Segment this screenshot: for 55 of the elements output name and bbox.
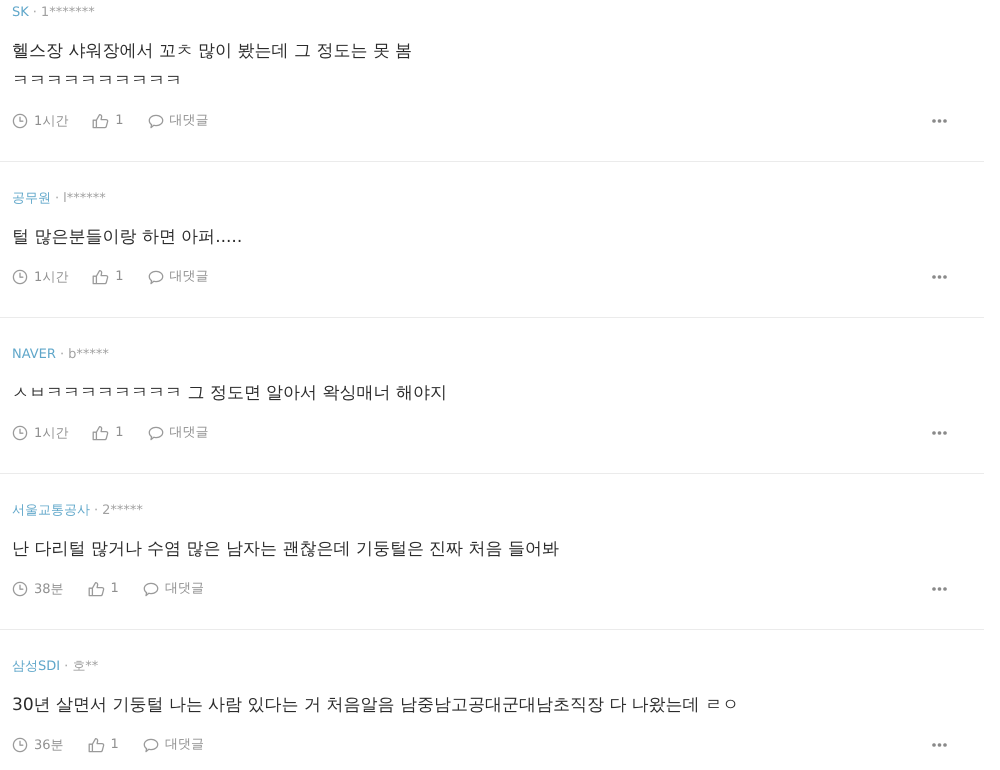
more-icon[interactable] (932, 587, 947, 591)
speech-bubble-icon (142, 582, 159, 596)
comment-text: 털 많은분들이랑 하면 아퍼..... (12, 226, 244, 249)
separator-dot: · (32, 4, 37, 22)
timestamp: 36분 (34, 737, 64, 754)
like-button[interactable]: 1 (92, 111, 124, 131)
more-icon[interactable] (932, 743, 947, 747)
like-button[interactable]: 1 (88, 735, 119, 755)
user-id: 2***** (102, 502, 143, 520)
timestamp: 38분 (34, 581, 64, 598)
clock-icon (12, 425, 28, 441)
user-id: l****** (63, 190, 106, 208)
separator-dot: · (64, 658, 68, 676)
user-id: 1******* (40, 4, 95, 22)
thumbs-up-icon (88, 581, 105, 597)
like-button[interactable]: 1 (88, 579, 119, 599)
reply-button[interactable]: 대댓글 (148, 423, 209, 443)
clock-icon (12, 113, 28, 129)
more-icon[interactable] (932, 431, 947, 435)
reply-button[interactable]: 대댓글 (142, 735, 204, 755)
like-button[interactable]: 1 (92, 267, 124, 287)
speech-bubble-icon (142, 738, 159, 752)
like-button[interactable]: 1 (92, 423, 124, 443)
comment-text: ㅅㅂㅋㅋㅋㅋㅋㅋㅋㅋ 그 정도면 알아서 왁싱매너 해야지 (12, 382, 448, 405)
comment-text: 난 다리털 많거나 수염 많은 남자는 괜찮은데 기둥털은 진짜 처음 들어봐 (12, 538, 560, 561)
thumbs-up-icon (88, 737, 105, 753)
company-name: 서울교통공사 (12, 502, 90, 520)
user-id: 호** (72, 658, 98, 676)
separator-dot: · (60, 346, 64, 364)
thumbs-up-icon (92, 425, 110, 441)
separator-dot: · (94, 502, 98, 520)
company-name: 공무원 (12, 190, 51, 208)
reply-button[interactable]: 대댓글 (148, 111, 209, 131)
company-name: NAVER (12, 346, 56, 364)
reply-button[interactable]: 대댓글 (142, 579, 204, 599)
timestamp: 1시간 (34, 269, 68, 286)
timestamp: 1시간 (34, 425, 68, 442)
speech-bubble-icon (148, 114, 164, 128)
more-icon[interactable] (932, 119, 947, 123)
speech-bubble-icon (148, 270, 164, 284)
more-icon[interactable] (932, 275, 947, 279)
clock-icon (12, 581, 28, 597)
company-name: 삼성SDI (12, 658, 60, 676)
reply-button[interactable]: 대댓글 (148, 267, 209, 287)
speech-bubble-icon (148, 426, 164, 440)
company-name: SK (12, 4, 29, 22)
thumbs-up-icon (92, 113, 110, 129)
timestamp: 1시간 (34, 113, 68, 130)
comment-text: 헬스장 샤워장에서 꼬ㅊ 많이 봤는데 그 정도는 못 봄 ㅋㅋㅋㅋㅋㅋㅋㅋㅋㅋ (12, 40, 414, 93)
clock-icon (12, 737, 28, 753)
thumbs-up-icon (92, 269, 110, 285)
separator-dot: · (55, 190, 60, 208)
clock-icon (12, 269, 28, 285)
comment-text: 30년 살면서 기둥털 나는 사람 있다는 거 처음알음 남중남고공대군대남초직장 다 나왔는데 ㄹㅇ (12, 694, 740, 717)
user-id: b***** (68, 346, 109, 364)
